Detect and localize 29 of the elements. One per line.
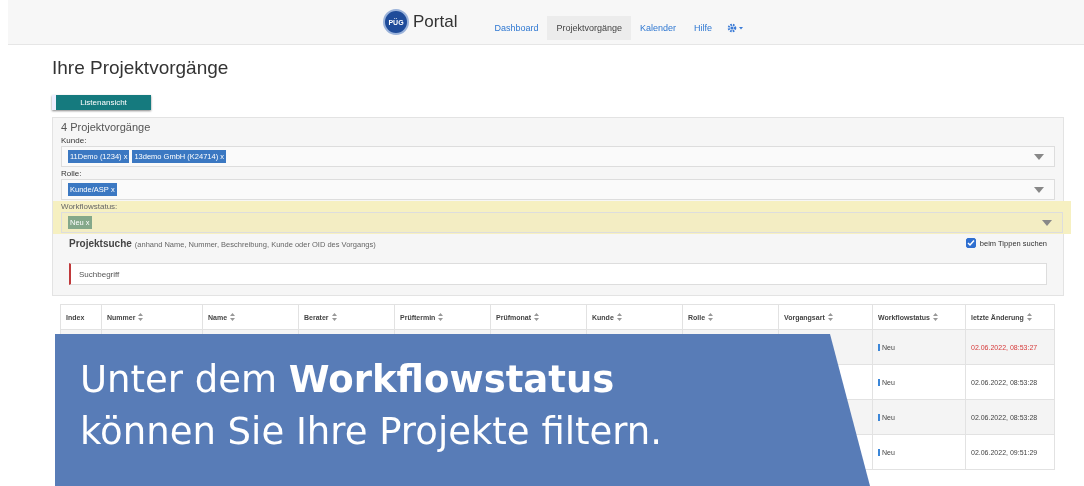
settings-icon[interactable] — [727, 23, 746, 33]
search-field[interactable]: Suchbegriff — [69, 263, 1047, 285]
dropdown-caret-icon[interactable] — [1042, 220, 1052, 226]
sort-icon[interactable] — [933, 313, 938, 321]
sort-icon[interactable] — [708, 313, 714, 321]
list-view-button[interactable]: Listenansicht — [52, 95, 151, 110]
nav-tab[interactable]: Kalender — [631, 16, 686, 40]
nav-tab[interactable]: Projektvorgänge — [547, 16, 631, 40]
filter-label: Workflowstatus: — [61, 201, 119, 212]
sort-icon[interactable] — [827, 313, 833, 321]
caption-text: Unter dem Workflowstatus können Sie Ihre Projekte filtern. — [80, 357, 664, 455]
sort-icon[interactable] — [230, 313, 236, 321]
filter-label: Rolle: — [61, 168, 83, 179]
sort-icon[interactable] — [616, 313, 622, 321]
sort-icon[interactable] — [1026, 313, 1032, 321]
result-count: 4 Projektvorgänge — [60, 121, 152, 133]
sort-icon[interactable] — [138, 313, 144, 321]
sort-icon[interactable] — [331, 313, 337, 321]
nav-tab[interactable]: Hilfe — [685, 16, 722, 40]
filter-label: Kunde: — [61, 135, 88, 146]
dropdown-caret-icon[interactable] — [1034, 154, 1044, 160]
sort-icon[interactable] — [438, 313, 444, 321]
brand-name[interactable]: Portal — [413, 12, 458, 32]
page-title: Ihre Projektvorgänge — [52, 57, 230, 79]
checkbox[interactable] — [965, 238, 976, 248]
search-title: Projektsuche — [69, 238, 132, 249]
nav-tab[interactable]: Dashboard — [485, 16, 548, 40]
dropdown-caret-icon[interactable] — [1034, 187, 1044, 193]
sort-icon[interactable] — [534, 313, 539, 321]
